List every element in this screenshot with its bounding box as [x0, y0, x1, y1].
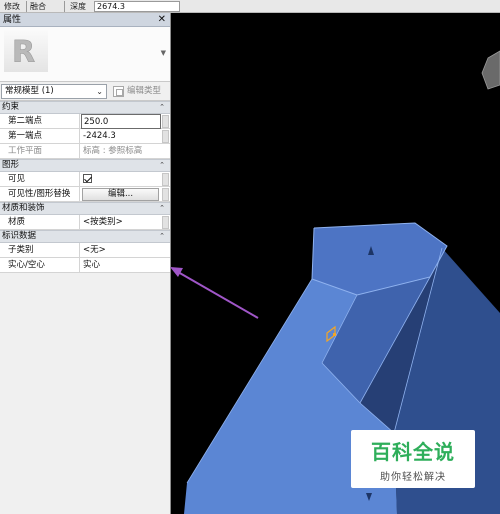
watermark-title: 百科全说 — [371, 440, 455, 464]
watermark: 百科全说 助你轻松解决 — [351, 430, 475, 488]
watermark-subtitle: 助你轻松解决 — [380, 472, 446, 483]
